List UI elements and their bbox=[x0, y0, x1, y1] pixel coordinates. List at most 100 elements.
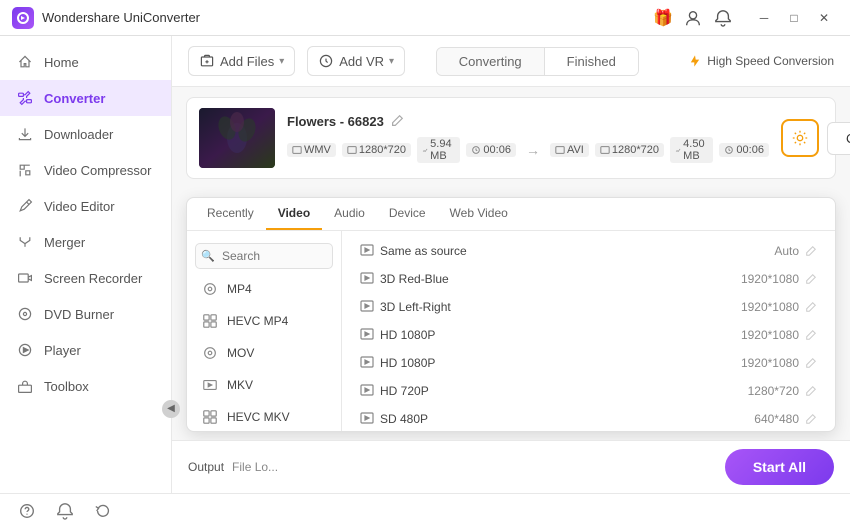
output-bar: Output File Lo... Start All bbox=[172, 440, 850, 493]
sidebar-item-merger-label: Merger bbox=[44, 235, 85, 250]
sidebar-collapse-button[interactable]: ◀ bbox=[162, 400, 180, 418]
format-tab-recently[interactable]: Recently bbox=[195, 198, 266, 230]
sidebar-item-toolbox-label: Toolbox bbox=[44, 379, 89, 394]
format-item-mp4[interactable]: MP4 bbox=[187, 273, 341, 305]
start-all-button[interactable]: Start All bbox=[725, 449, 834, 485]
preset-edit-icon[interactable] bbox=[805, 385, 817, 397]
sidebar-item-downloader-label: Downloader bbox=[44, 127, 113, 142]
format-tab-device[interactable]: Device bbox=[377, 198, 438, 230]
high-speed-conversion-button[interactable]: High Speed Conversion bbox=[688, 54, 834, 68]
minimize-button[interactable]: ─ bbox=[750, 7, 778, 29]
output-label: Output bbox=[188, 460, 224, 474]
add-files-button[interactable]: Add Files ▾ bbox=[188, 46, 295, 76]
format-item-hevc-mp4[interactable]: HEVC MP4 bbox=[187, 305, 341, 337]
sidebar-item-merger[interactable]: Merger bbox=[0, 224, 171, 260]
preset-edit-icon[interactable] bbox=[805, 357, 817, 369]
gift-icon[interactable]: 🎁 bbox=[652, 7, 674, 29]
hevc-mp4-icon bbox=[201, 312, 219, 330]
target-size-badge: 4.50 MB bbox=[670, 137, 713, 163]
format-search-input[interactable] bbox=[195, 243, 333, 269]
preset-same-as-source[interactable]: Same as source Auto bbox=[350, 237, 827, 265]
sidebar: Home Converter Downloader Video Compress… bbox=[0, 36, 172, 493]
home-icon bbox=[16, 53, 34, 71]
action-buttons: Convert bbox=[781, 119, 850, 157]
sidebar-item-screen-recorder[interactable]: Screen Recorder bbox=[0, 260, 171, 296]
file-thumbnail bbox=[199, 108, 275, 168]
file-area: Flowers - 66823 WMV 1280*720 bbox=[172, 87, 850, 189]
refresh-icon[interactable] bbox=[92, 500, 114, 522]
close-button[interactable]: ✕ bbox=[810, 7, 838, 29]
file-name-edit-icon[interactable] bbox=[390, 114, 404, 128]
convert-button[interactable]: Convert bbox=[827, 122, 850, 155]
notification-icon[interactable] bbox=[54, 500, 76, 522]
add-vr-label: Add VR bbox=[339, 54, 384, 69]
app-title: Wondershare UniConverter bbox=[42, 10, 652, 25]
preset-edit-icon[interactable] bbox=[805, 273, 817, 285]
format-body: MP4 HEVC MP4 MOV bbox=[187, 231, 835, 432]
preset-3d-left-right[interactable]: 3D Left-Right 1920*1080 bbox=[350, 293, 827, 321]
record-icon bbox=[16, 269, 34, 287]
sidebar-item-converter[interactable]: Converter bbox=[0, 80, 171, 116]
file-name-text: Flowers - 66823 bbox=[287, 114, 384, 129]
format-dropdown: Recently Video Audio Device Web Video bbox=[186, 197, 836, 432]
preset-sd-480p[interactable]: SD 480P 640*480 bbox=[350, 405, 827, 432]
tab-finished-label: Finished bbox=[567, 54, 616, 69]
format-tab-audio[interactable]: Audio bbox=[322, 198, 377, 230]
sidebar-item-player[interactable]: Player bbox=[0, 332, 171, 368]
format-search-wrapper bbox=[187, 239, 341, 273]
converter-icon bbox=[16, 89, 34, 107]
format-item-hevc-mkv[interactable]: HEVC MKV bbox=[187, 401, 341, 432]
bell-icon[interactable] bbox=[712, 7, 734, 29]
format-item-mov[interactable]: MOV bbox=[187, 337, 341, 369]
hevc-mkv-icon bbox=[201, 408, 219, 426]
bottom-bar bbox=[0, 493, 850, 528]
format-tab-bar: Recently Video Audio Device Web Video bbox=[187, 198, 835, 231]
file-info: Flowers - 66823 WMV 1280*720 bbox=[287, 114, 769, 163]
file-location-label: File Lo... bbox=[232, 460, 278, 474]
content-area: Add Files ▾ Add VR ▾ Converting Finished… bbox=[172, 36, 850, 493]
sidebar-item-dvd-burner[interactable]: DVD Burner bbox=[0, 296, 171, 332]
convert-tab-group: Converting Finished bbox=[436, 47, 639, 76]
sidebar-item-toolbox[interactable]: Toolbox bbox=[0, 368, 171, 404]
settings-button[interactable] bbox=[781, 119, 819, 157]
edit-icon bbox=[16, 197, 34, 215]
conversion-arrow-icon: → bbox=[526, 142, 540, 158]
tab-converting-label: Converting bbox=[459, 54, 522, 69]
add-vr-button[interactable]: Add VR ▾ bbox=[307, 46, 405, 76]
app-logo bbox=[12, 7, 34, 29]
sidebar-item-converter-label: Converter bbox=[44, 91, 105, 106]
file-card: Flowers - 66823 WMV 1280*720 bbox=[186, 97, 836, 179]
play-icon bbox=[16, 341, 34, 359]
sidebar-item-home-label: Home bbox=[44, 55, 79, 70]
preset-hd-720p[interactable]: HD 720P 1280*720 bbox=[350, 377, 827, 405]
preset-edit-icon[interactable] bbox=[805, 301, 817, 313]
dvd-icon bbox=[16, 305, 34, 323]
preset-3d-red-blue[interactable]: 3D Red-Blue 1920*1080 bbox=[350, 265, 827, 293]
format-tab-web-video[interactable]: Web Video bbox=[438, 198, 520, 230]
maximize-button[interactable]: □ bbox=[780, 7, 808, 29]
tab-converting[interactable]: Converting bbox=[437, 48, 545, 75]
toolbox-icon bbox=[16, 377, 34, 395]
sidebar-item-video-editor[interactable]: Video Editor bbox=[0, 188, 171, 224]
add-files-label: Add Files bbox=[220, 54, 274, 69]
format-tab-video[interactable]: Video bbox=[266, 198, 322, 230]
preset-hd-1080p-2[interactable]: HD 1080P 1920*1080 bbox=[350, 349, 827, 377]
format-item-mkv[interactable]: MKV bbox=[187, 369, 341, 401]
sidebar-item-downloader[interactable]: Downloader bbox=[0, 116, 171, 152]
preset-edit-icon[interactable] bbox=[805, 329, 817, 341]
tab-finished[interactable]: Finished bbox=[545, 48, 638, 75]
help-icon[interactable] bbox=[16, 500, 38, 522]
preset-edit-icon[interactable] bbox=[805, 413, 817, 425]
add-files-dropdown-icon: ▾ bbox=[279, 56, 284, 67]
mov-icon bbox=[201, 344, 219, 362]
mkv-icon bbox=[201, 376, 219, 394]
sidebar-item-video-compressor-label: Video Compressor bbox=[44, 163, 151, 178]
preset-edit-icon[interactable] bbox=[805, 245, 817, 257]
format-presets-list: Same as source Auto 3D Red-Blue 1920*108… bbox=[342, 231, 835, 432]
preset-hd-1080p-1[interactable]: HD 1080P 1920*1080 bbox=[350, 321, 827, 349]
source-format-badge: WMV bbox=[287, 143, 336, 157]
sidebar-item-video-compressor[interactable]: Video Compressor bbox=[0, 152, 171, 188]
sidebar-item-home[interactable]: Home bbox=[0, 44, 171, 80]
sidebar-item-screen-recorder-label: Screen Recorder bbox=[44, 271, 142, 286]
user-icon[interactable] bbox=[682, 7, 704, 29]
